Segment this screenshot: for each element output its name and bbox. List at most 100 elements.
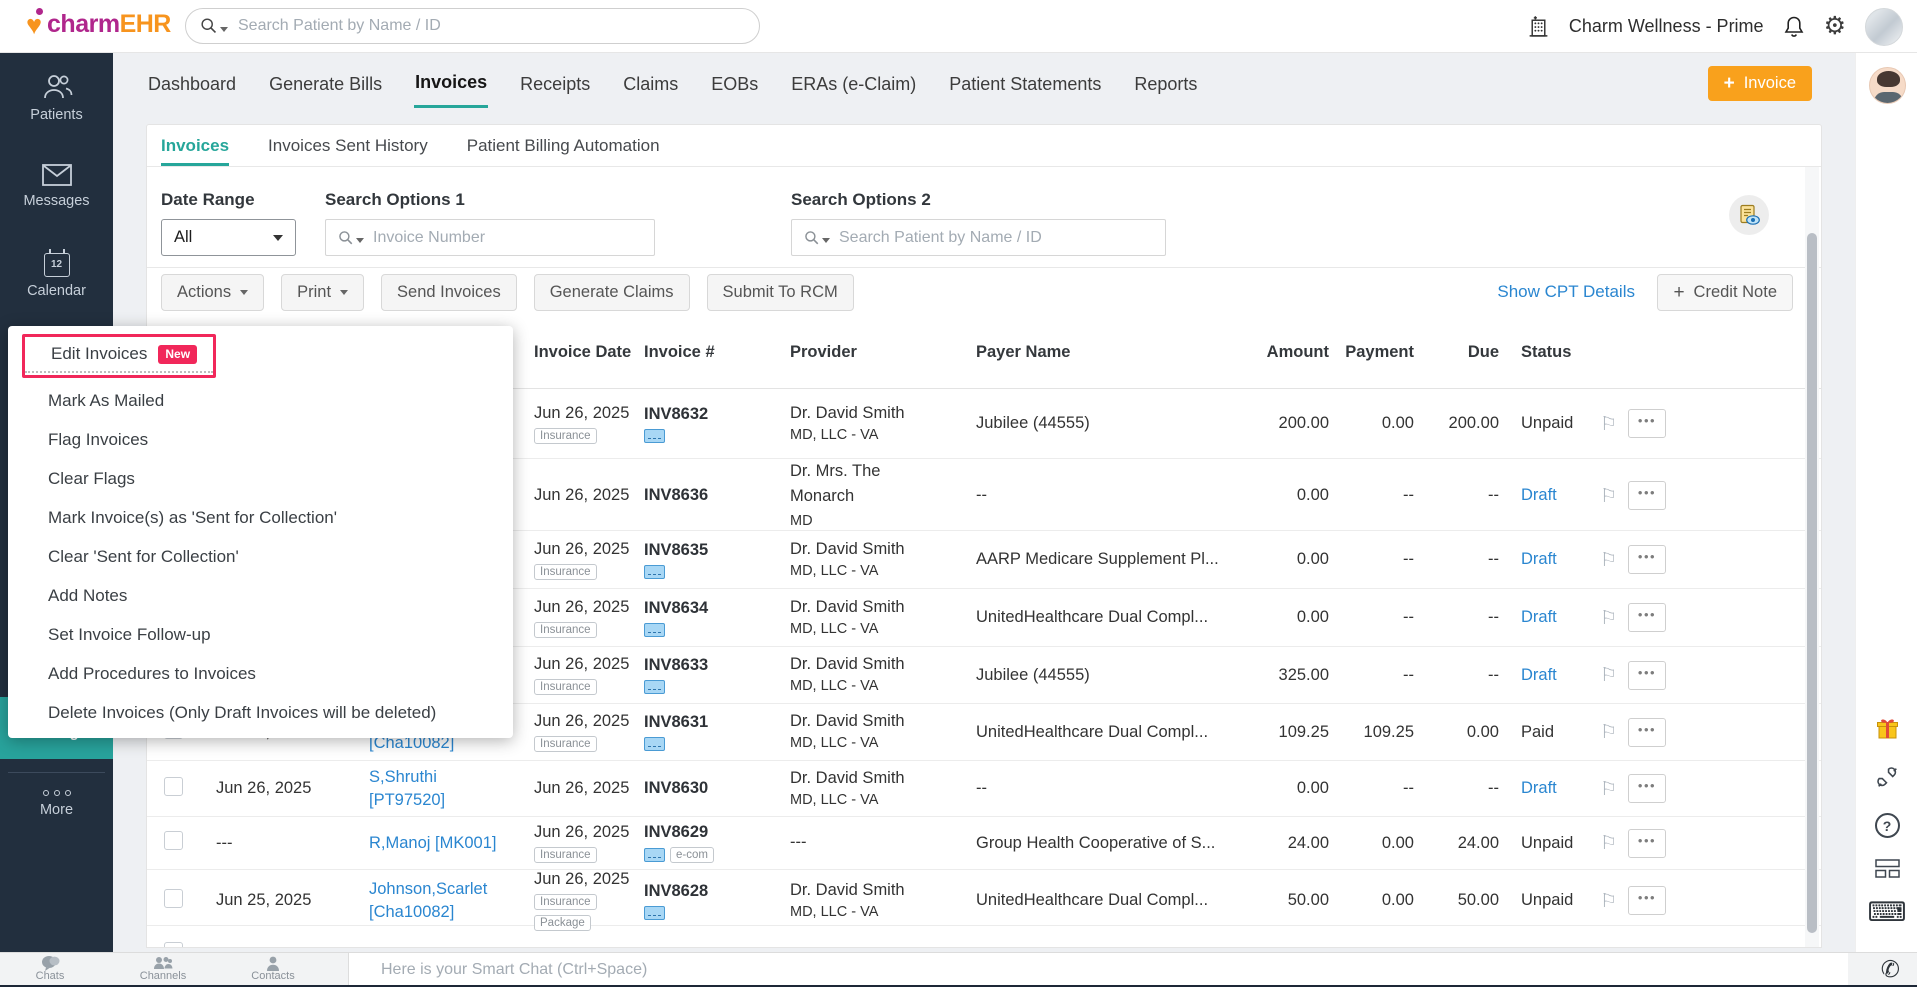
- help-button[interactable]: ?: [1856, 813, 1917, 838]
- invoice-number-input[interactable]: [373, 228, 654, 247]
- invoice-number[interactable]: INV8628: [644, 882, 781, 901]
- nav-dashboard[interactable]: Dashboard: [147, 59, 237, 107]
- menu-item-add-notes[interactable]: Add Notes: [8, 576, 513, 615]
- flag-icon[interactable]: ⚐: [1600, 778, 1617, 800]
- menu-item-clear-flags[interactable]: Clear Flags: [8, 459, 513, 498]
- row-menu-button[interactable]: •••: [1628, 603, 1666, 632]
- smart-chat-input-area[interactable]: [348, 953, 1848, 987]
- flag-icon[interactable]: ⚐: [1600, 664, 1617, 686]
- notifications-bell-button[interactable]: [1783, 15, 1805, 39]
- print-menu-button[interactable]: Print: [281, 274, 365, 311]
- patient-link[interactable]: R,Manoj [MK001]: [369, 832, 525, 854]
- nav-claims[interactable]: Claims: [622, 59, 679, 107]
- nav-invoices[interactable]: Invoices: [414, 57, 489, 108]
- patient-link[interactable]: Johnson,Scarlet[Cha10082]: [369, 878, 525, 923]
- menu-item-mark-sent-for-collection[interactable]: Mark Invoice(s) as 'Sent for Collection': [8, 498, 513, 537]
- layout-panels-button[interactable]: [1856, 859, 1917, 878]
- sidebar-item-messages[interactable]: Messages: [0, 163, 113, 209]
- submit-to-rcm-button[interactable]: Submit To RCM: [706, 274, 854, 311]
- global-search-input[interactable]: [238, 17, 759, 35]
- menu-item-flag-invoices[interactable]: Flag Invoices: [8, 420, 513, 459]
- invoice-number[interactable]: INV8632: [644, 405, 781, 424]
- practice-building-icon[interactable]: [1527, 15, 1550, 38]
- invoice-number[interactable]: INV8634: [644, 599, 781, 618]
- row-checkbox[interactable]: [164, 888, 183, 908]
- row-menu-button[interactable]: •••: [1628, 660, 1666, 690]
- row-checkbox[interactable]: [164, 831, 183, 850]
- search-scope-caret-icon[interactable]: [822, 238, 830, 243]
- invoice-number[interactable]: INV8633: [644, 656, 781, 675]
- user-avatar[interactable]: [1865, 7, 1903, 46]
- practice-name[interactable]: Charm Wellness - Prime: [1569, 16, 1764, 37]
- invoice-number[interactable]: INV8630: [644, 779, 781, 798]
- patient-link[interactable]: S,Shruthi [PT97520]: [369, 766, 525, 811]
- invoice-number[interactable]: INV8636: [644, 486, 781, 505]
- show-cpt-details-link[interactable]: Show CPT Details: [1497, 282, 1635, 302]
- smart-chat-input[interactable]: [381, 961, 1702, 979]
- menu-item-set-invoice-follow-up[interactable]: Set Invoice Follow-up: [8, 615, 513, 654]
- nav-receipts[interactable]: Receipts: [519, 59, 591, 107]
- search-scope-caret-icon[interactable]: [356, 238, 364, 243]
- header-invoice-number[interactable]: Invoice #: [635, 343, 781, 362]
- patient-link[interactable]: Smith Rohith: [369, 943, 525, 947]
- flag-icon[interactable]: ⚐: [1600, 890, 1617, 912]
- header-payer-name[interactable]: Payer Name: [967, 343, 1247, 362]
- send-invoices-button[interactable]: Send Invoices: [381, 274, 517, 311]
- assistant-avatar[interactable]: [1856, 67, 1917, 104]
- flag-icon[interactable]: ⚐: [1600, 413, 1617, 435]
- keyboard-shortcuts-button[interactable]: ⌨: [1856, 899, 1917, 926]
- row-menu-button[interactable]: •••: [1628, 481, 1666, 511]
- charm-ehr-logo[interactable]: ♥ charm EHR: [26, 7, 171, 39]
- header-status[interactable]: Status: [1501, 343, 1591, 362]
- actions-menu-button[interactable]: Actions: [161, 274, 265, 311]
- tab-invoices-sent-history[interactable]: Invoices Sent History: [268, 136, 428, 166]
- sidebar-item-patients[interactable]: Patients: [0, 73, 113, 123]
- new-invoice-button[interactable]: + Invoice: [1707, 66, 1812, 101]
- nav-eras[interactable]: ERAs (e-Claim): [790, 59, 917, 107]
- header-due[interactable]: Due: [1416, 343, 1501, 362]
- phone-dialer-button[interactable]: ✆: [1881, 957, 1900, 982]
- settings-gear-button[interactable]: ⚙: [1824, 14, 1846, 39]
- flag-icon[interactable]: ⚐: [1600, 549, 1617, 571]
- menu-item-add-procedures[interactable]: Add Procedures to Invoices: [8, 654, 513, 693]
- menu-item-mark-as-mailed[interactable]: Mark As Mailed: [8, 381, 513, 420]
- row-menu-button[interactable]: •••: [1628, 545, 1666, 574]
- row-menu-button[interactable]: •••: [1628, 717, 1666, 747]
- chats-button[interactable]: Chats: [15, 954, 85, 982]
- header-provider[interactable]: Provider: [781, 343, 967, 362]
- menu-item-clear-sent-for-collection[interactable]: Clear 'Sent for Collection': [8, 537, 513, 576]
- nav-generate-bills[interactable]: Generate Bills: [268, 59, 383, 107]
- integrations-button[interactable]: [1856, 765, 1917, 790]
- nav-patient-statements[interactable]: Patient Statements: [948, 59, 1102, 107]
- global-patient-search[interactable]: [185, 8, 760, 44]
- date-range-select[interactable]: All: [161, 219, 296, 256]
- table-scrollbar-track[interactable]: [1805, 167, 1819, 947]
- table-scrollbar-thumb[interactable]: [1807, 233, 1817, 933]
- invoice-number[interactable]: INV8629: [644, 823, 781, 842]
- menu-item-edit-invoices[interactable]: Edit Invoices New: [8, 328, 513, 381]
- search-scope-caret-icon[interactable]: [220, 26, 228, 32]
- nav-reports[interactable]: Reports: [1133, 59, 1198, 107]
- row-checkbox[interactable]: [164, 776, 183, 796]
- header-payment[interactable]: Payment: [1331, 343, 1416, 362]
- invoice-number[interactable]: INV8631: [644, 713, 781, 732]
- rewards-button[interactable]: [1856, 717, 1917, 740]
- header-amount[interactable]: Amount: [1247, 343, 1331, 362]
- flag-icon[interactable]: ⚐: [1600, 832, 1617, 854]
- cpt-details-toggle-button[interactable]: [1729, 195, 1769, 235]
- patient-search-input[interactable]: [839, 228, 1165, 247]
- sidebar-item-more[interactable]: More: [0, 790, 113, 818]
- row-menu-button[interactable]: •••: [1628, 409, 1666, 438]
- row-checkbox[interactable]: [164, 942, 183, 947]
- channels-button[interactable]: Channels: [128, 954, 198, 982]
- generate-claims-button[interactable]: Generate Claims: [533, 274, 690, 311]
- nav-eobs[interactable]: EOBs: [710, 59, 759, 107]
- contacts-button[interactable]: Contacts: [238, 954, 308, 982]
- flag-icon[interactable]: ⚐: [1600, 721, 1617, 743]
- sidebar-item-calendar[interactable]: 12 Calendar: [0, 249, 113, 299]
- row-menu-button[interactable]: •••: [1628, 828, 1666, 858]
- tab-invoices[interactable]: Invoices: [161, 136, 230, 166]
- patient-search[interactable]: [791, 219, 1166, 256]
- menu-item-delete-invoices[interactable]: Delete Invoices (Only Draft Invoices wil…: [8, 693, 513, 732]
- row-menu-button[interactable]: •••: [1628, 774, 1666, 803]
